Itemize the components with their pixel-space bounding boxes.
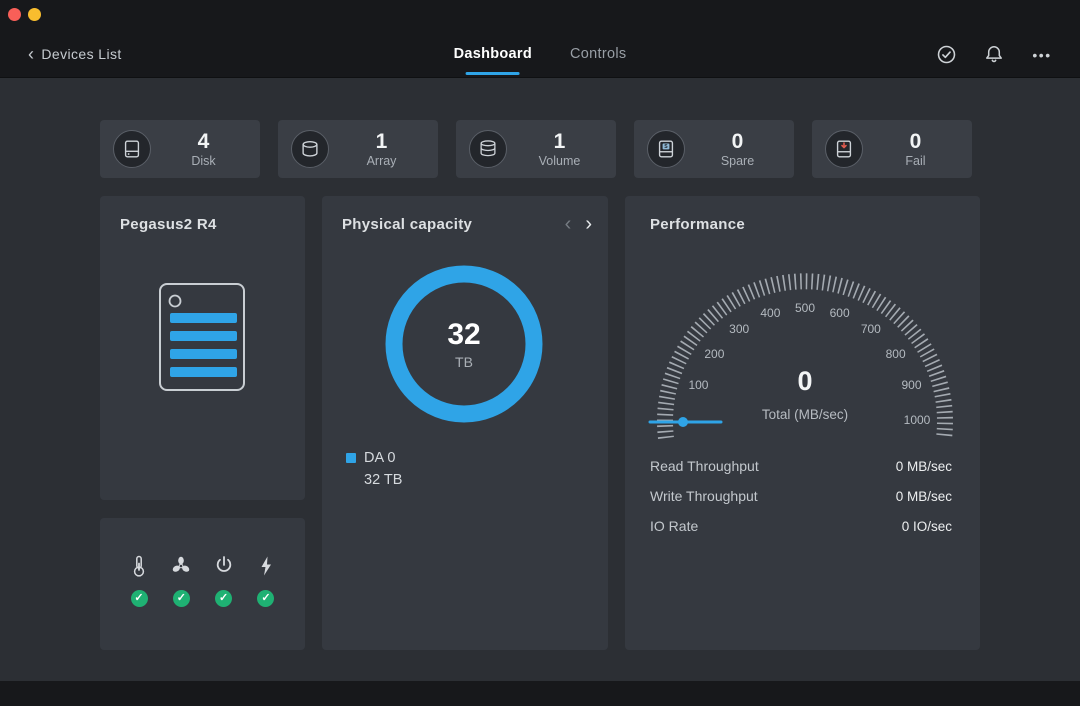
legend-swatch: [346, 453, 356, 463]
fan-ok-badge: ✓: [173, 590, 190, 607]
navbar: ‹ Devices List Dashboard Controls •••: [0, 30, 1080, 78]
disk-icon: [113, 130, 151, 168]
tab-dashboard[interactable]: Dashboard: [454, 46, 532, 62]
gauge-tick-label: 400: [760, 306, 780, 320]
health-status-card: ✓ ✓ ✓: [100, 518, 305, 650]
stat-card-disk[interactable]: 4 Disk: [100, 120, 260, 178]
volume-icon: [469, 130, 507, 168]
gauge-tick-label: 500: [795, 301, 815, 315]
legend-value: 32 TB: [364, 472, 402, 488]
temperature-icon: [128, 554, 150, 578]
health-fan: ✓: [168, 554, 194, 650]
stat-card-array[interactable]: 1 Array: [278, 120, 438, 178]
capacity-prev-icon[interactable]: ‹: [565, 214, 572, 234]
stats-row: 4 Disk 1 Array: [100, 120, 972, 178]
capacity-total-value: 32: [447, 318, 480, 352]
psu-bolt-icon: [255, 554, 277, 578]
minimize-button[interactable]: [28, 8, 41, 21]
more-options-icon[interactable]: •••: [1030, 42, 1054, 66]
main-content: 4 Disk 1 Array: [0, 78, 1080, 681]
status-check-icon[interactable]: [934, 42, 958, 66]
stat-label: Spare: [685, 154, 790, 168]
window-header: ‹ Devices List Dashboard Controls •••: [0, 0, 1080, 78]
gauge-tick-label: 1000: [904, 413, 931, 427]
gauge-tick-label: 100: [688, 378, 708, 392]
device-name: Pegasus2 R4: [120, 216, 217, 233]
spare-icon: S: [647, 130, 685, 168]
stat-label: Disk: [151, 154, 256, 168]
health-power: ✓: [211, 554, 237, 650]
stat-value: 1: [507, 131, 612, 153]
stat-label: Fail: [863, 154, 968, 168]
metric-label: Write Throughput: [650, 488, 758, 504]
capacity-card-title: Physical capacity: [342, 216, 472, 233]
stat-card-spare[interactable]: S 0 Spare: [634, 120, 794, 178]
capacity-donut-chart: 32 TB: [379, 259, 549, 429]
stat-value: 0: [863, 131, 968, 153]
tab-controls[interactable]: Controls: [570, 46, 626, 62]
titlebar: [0, 0, 1080, 30]
capacity-next-icon[interactable]: ›: [585, 214, 592, 234]
nav-actions: •••: [934, 42, 1054, 66]
metric-value: 0 MB/sec: [896, 489, 952, 504]
svg-text:S: S: [664, 144, 668, 150]
gauge-tick-label: 200: [704, 347, 724, 361]
gauge-value: 0: [797, 366, 812, 397]
gauge-tick-label: 600: [830, 306, 850, 320]
notifications-bell-icon[interactable]: [982, 42, 1006, 66]
metric-row-write: Write Throughput 0 MB/sec: [650, 481, 952, 511]
fan-icon: [170, 554, 192, 578]
back-button[interactable]: ‹ Devices List: [28, 46, 122, 62]
performance-metrics: Read Throughput 0 MB/sec Write Throughpu…: [650, 451, 952, 541]
stat-value: 1: [329, 131, 434, 153]
metric-value: 0 MB/sec: [896, 459, 952, 474]
device-enclosure-illustration: [148, 278, 258, 404]
metric-row-io: IO Rate 0 IO/sec: [650, 511, 952, 541]
stat-value: 4: [151, 131, 256, 153]
performance-gauge: 100 200 300 400 500 600 700 800 900 1000 0 Total …: [625, 196, 980, 446]
metric-label: IO Rate: [650, 518, 698, 534]
temperature-ok-badge: ✓: [131, 590, 148, 607]
back-label: Devices List: [41, 46, 121, 62]
back-chevron-icon: ‹: [28, 47, 34, 61]
performance-card: Performance 1002003004005006007008009001…: [625, 196, 980, 650]
gauge-tick-label: 700: [861, 322, 881, 336]
metric-label: Read Throughput: [650, 458, 759, 474]
gauge-tick-label: 300: [729, 322, 749, 336]
stat-card-volume[interactable]: 1 Volume: [456, 120, 616, 178]
metric-row-read: Read Throughput 0 MB/sec: [650, 451, 952, 481]
close-button[interactable]: [8, 8, 21, 21]
capacity-total-unit: TB: [455, 354, 473, 370]
gauge-tick-label: 900: [902, 378, 922, 392]
power-ok-badge: ✓: [215, 590, 232, 607]
stat-card-fail[interactable]: 0 Fail: [812, 120, 972, 178]
legend-label: DA 0: [364, 450, 395, 466]
array-icon: [291, 130, 329, 168]
capacity-legend: DA 0 32 TB: [346, 450, 402, 488]
psu-ok-badge: ✓: [257, 590, 274, 607]
stat-value: 0: [685, 131, 790, 153]
power-icon: [213, 554, 235, 578]
gauge-unit-label: Total (MB/sec): [762, 407, 848, 422]
stat-label: Volume: [507, 154, 612, 168]
metric-value: 0 IO/sec: [902, 519, 952, 534]
stat-label: Array: [329, 154, 434, 168]
health-temperature: ✓: [126, 554, 152, 650]
tab-bar: Dashboard Controls: [454, 30, 627, 78]
fail-icon: [825, 130, 863, 168]
health-psu: ✓: [253, 554, 279, 650]
gauge-tick-label: 800: [886, 347, 906, 361]
physical-capacity-card: Physical capacity ‹ › 32 TB DA 0 32 TB: [322, 196, 608, 650]
device-card: Pegasus2 R4: [100, 196, 305, 500]
